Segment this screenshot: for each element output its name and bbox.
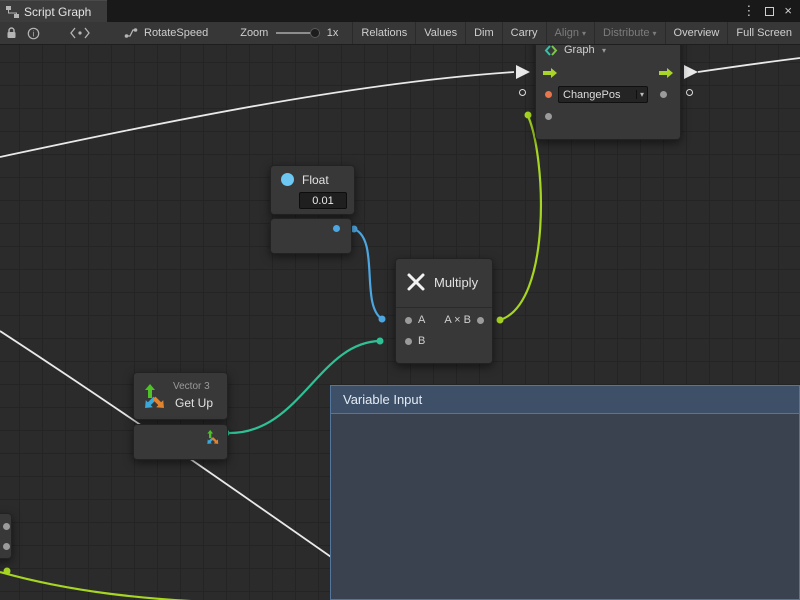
- fullscreen-button[interactable]: Full Screen: [727, 22, 800, 44]
- input-a-port[interactable]: [405, 317, 412, 324]
- tab-title: Script Graph: [24, 5, 91, 19]
- chevron-down-icon: ▾: [636, 90, 647, 99]
- node-title: Multiply: [434, 275, 478, 290]
- lock-icon[interactable]: [6, 27, 17, 39]
- object-port[interactable]: [545, 91, 552, 98]
- float-value-wire[interactable]: [354, 229, 382, 319]
- flow-arrowhead-out: [684, 65, 698, 79]
- group-title: Variable Input: [343, 392, 422, 407]
- group-header[interactable]: Variable Input: [331, 386, 799, 414]
- graph-name[interactable]: RotateSpeed: [144, 27, 208, 39]
- unconnected-port[interactable]: [519, 89, 526, 96]
- node-type-label: Vector 3: [173, 381, 210, 392]
- float-type-icon: [281, 173, 294, 186]
- wire-end-dot: [379, 316, 386, 323]
- input-a-label: A: [418, 314, 425, 326]
- wire-end-dot: [377, 338, 384, 345]
- chevron-down-icon: ▾: [582, 29, 586, 38]
- flow-wire-in[interactable]: [0, 72, 514, 157]
- code-icon[interactable]: [70, 27, 90, 39]
- multiply-node[interactable]: Multiply A A × B B: [395, 258, 493, 364]
- wire-end-dot: [497, 317, 504, 324]
- zoom-slider-thumb[interactable]: [310, 28, 320, 38]
- output-label: A × B: [444, 314, 471, 326]
- vector3-output-port[interactable]: [205, 430, 220, 445]
- node-title: Float: [302, 173, 329, 187]
- menu-icon[interactable]: ⋮: [742, 0, 755, 22]
- chevron-down-icon: ▾: [602, 46, 606, 55]
- value-input-port[interactable]: [545, 113, 552, 120]
- wire-end-dot: [525, 112, 532, 119]
- result-wire[interactable]: [500, 116, 541, 320]
- flow-arrowhead-in: [516, 65, 530, 79]
- vector3-get-up-node[interactable]: Vector 3 Get Up: [133, 372, 228, 420]
- float-value-field[interactable]: 0.01: [299, 192, 347, 209]
- chevron-down-icon: ▾: [653, 29, 657, 38]
- flow-wire-out[interactable]: [698, 58, 800, 72]
- graph-icon: [544, 45, 558, 57]
- info-icon[interactable]: i: [27, 27, 40, 40]
- dim-button[interactable]: Dim: [465, 22, 502, 44]
- multiply-icon: [406, 272, 426, 292]
- float-output-port[interactable]: [333, 225, 340, 232]
- script-graph-window: Script Graph ⋮ × i RotateSpeed Zoom 1x R…: [0, 0, 800, 600]
- graph-breadcrumb-icon: [124, 27, 138, 39]
- float-literal-node[interactable]: Float 0.01: [270, 165, 355, 215]
- maximize-icon[interactable]: [765, 7, 774, 16]
- carry-button[interactable]: Carry: [502, 22, 546, 44]
- wire-end-dot: [4, 568, 11, 575]
- vector3-node-ports[interactable]: [133, 424, 228, 460]
- window-controls: ⋮ ×: [742, 0, 800, 22]
- input-b-port[interactable]: [405, 338, 412, 345]
- partial-node[interactable]: [0, 513, 12, 559]
- overview-button[interactable]: Overview: [665, 22, 728, 44]
- zoom-label: Zoom: [240, 27, 268, 39]
- variable-input-group[interactable]: Variable Input: [330, 385, 800, 600]
- vector3-icon: [141, 384, 167, 410]
- flow-output-port[interactable]: [658, 67, 674, 79]
- align-dropdown[interactable]: Align ▾: [546, 22, 594, 44]
- value-port[interactable]: [660, 91, 667, 98]
- relations-button[interactable]: Relations: [352, 22, 415, 44]
- graph-canvas[interactable]: Graph ▾ ChangePos ▾ Float 0.01: [0, 45, 800, 600]
- bottom-lime-wire[interactable]: [0, 572, 208, 600]
- script-graph-icon: [6, 6, 19, 18]
- node-header-title[interactable]: Graph: [564, 45, 595, 56]
- graph-toolbar: i RotateSpeed Zoom 1x Relations Values D…: [0, 22, 800, 45]
- float-node-ports[interactable]: [270, 218, 352, 254]
- distribute-dropdown[interactable]: Distribute ▾: [594, 22, 664, 44]
- value-port[interactable]: [3, 543, 10, 550]
- tab-bar: Script Graph ⋮ ×: [0, 0, 800, 22]
- unconnected-port[interactable]: [686, 89, 693, 96]
- flow-input-port[interactable]: [542, 67, 558, 79]
- value-port[interactable]: [3, 523, 10, 530]
- input-b-label: B: [418, 335, 425, 347]
- node-title: Get Up: [175, 396, 213, 410]
- zoom-slider[interactable]: [276, 32, 319, 34]
- variable-dropdown[interactable]: ChangePos ▾: [558, 86, 648, 103]
- output-port[interactable]: [477, 317, 484, 324]
- tab-script-graph[interactable]: Script Graph: [0, 0, 107, 22]
- values-button[interactable]: Values: [415, 22, 465, 44]
- zoom-value: 1x: [327, 27, 339, 39]
- close-icon[interactable]: ×: [784, 0, 792, 22]
- svg-text:i: i: [33, 29, 35, 38]
- set-variable-node[interactable]: Graph ▾ ChangePos ▾: [535, 45, 681, 140]
